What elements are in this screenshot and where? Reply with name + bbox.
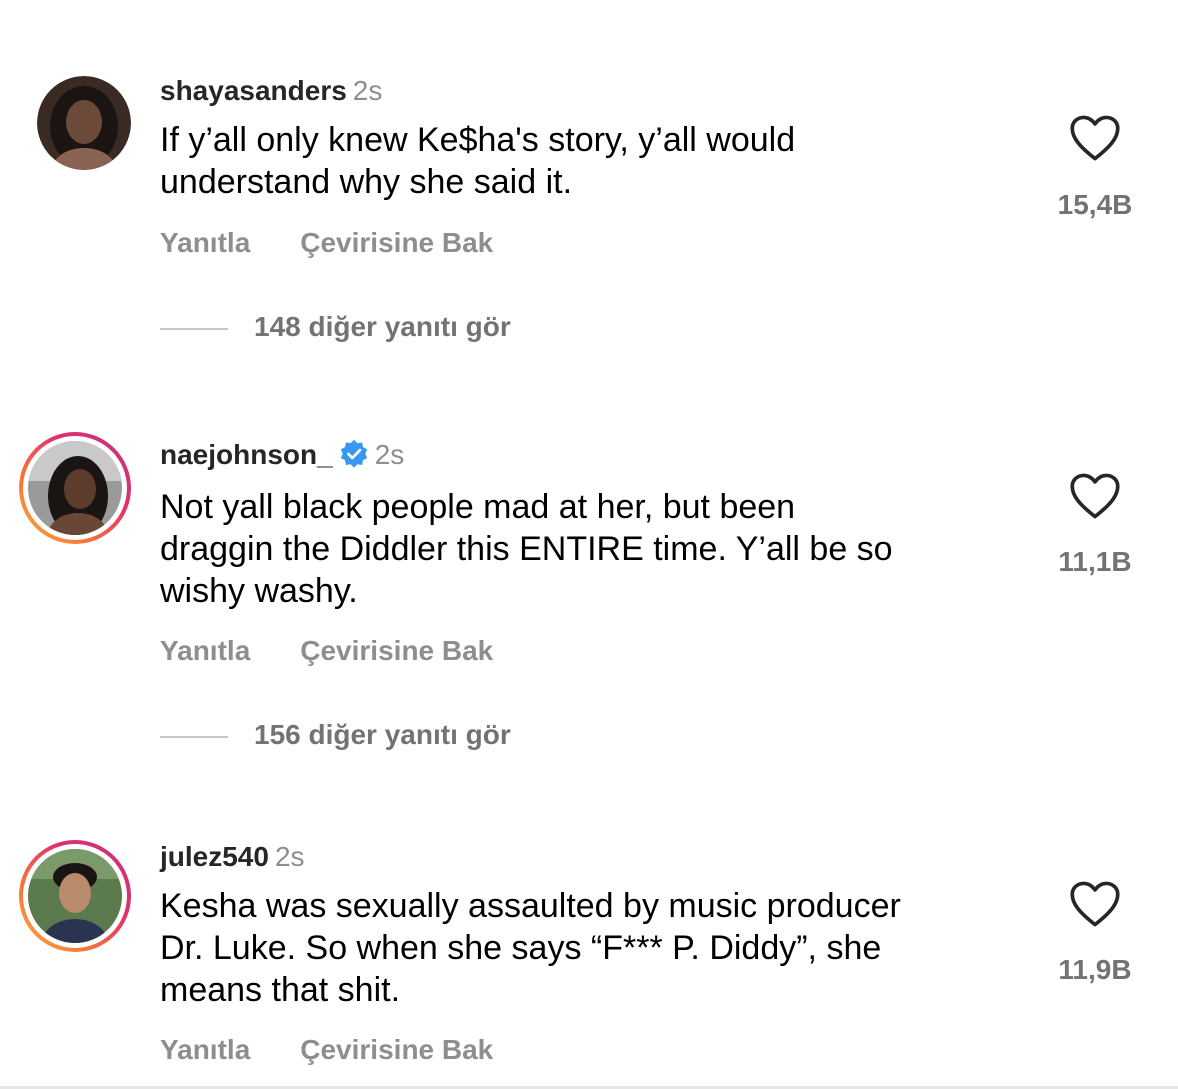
comment-actions: Yanıtla Çevirisine Bak <box>160 1033 493 1067</box>
comment-header: julez540 2s <box>160 840 305 874</box>
avatar-story-ring <box>23 844 127 948</box>
username[interactable]: julez540 <box>160 841 269 872</box>
like-count: 11,9B <box>1058 954 1132 985</box>
see-translation-button[interactable]: Çevirisine Bak <box>300 1034 493 1065</box>
reply-button[interactable]: Yanıtla <box>160 1034 250 1065</box>
like-button[interactable] <box>1066 880 1124 928</box>
comment-text-line: means that shit. <box>160 971 401 1009</box>
comment-text-line: Dr. Luke. So when she says “F*** P. Didd… <box>160 929 882 967</box>
avatar-image <box>28 849 122 943</box>
comment-item: julez540 2s Kesha was sexually assaulted … <box>0 0 1178 1086</box>
comment-text: Kesha was sexually assaulted by music pr… <box>160 885 1020 1011</box>
timestamp: 2s <box>274 841 305 872</box>
comment-text-line: Kesha was sexually assaulted by music pr… <box>160 887 901 925</box>
avatar[interactable] <box>19 840 131 952</box>
heart-outline-icon <box>1070 881 1120 927</box>
